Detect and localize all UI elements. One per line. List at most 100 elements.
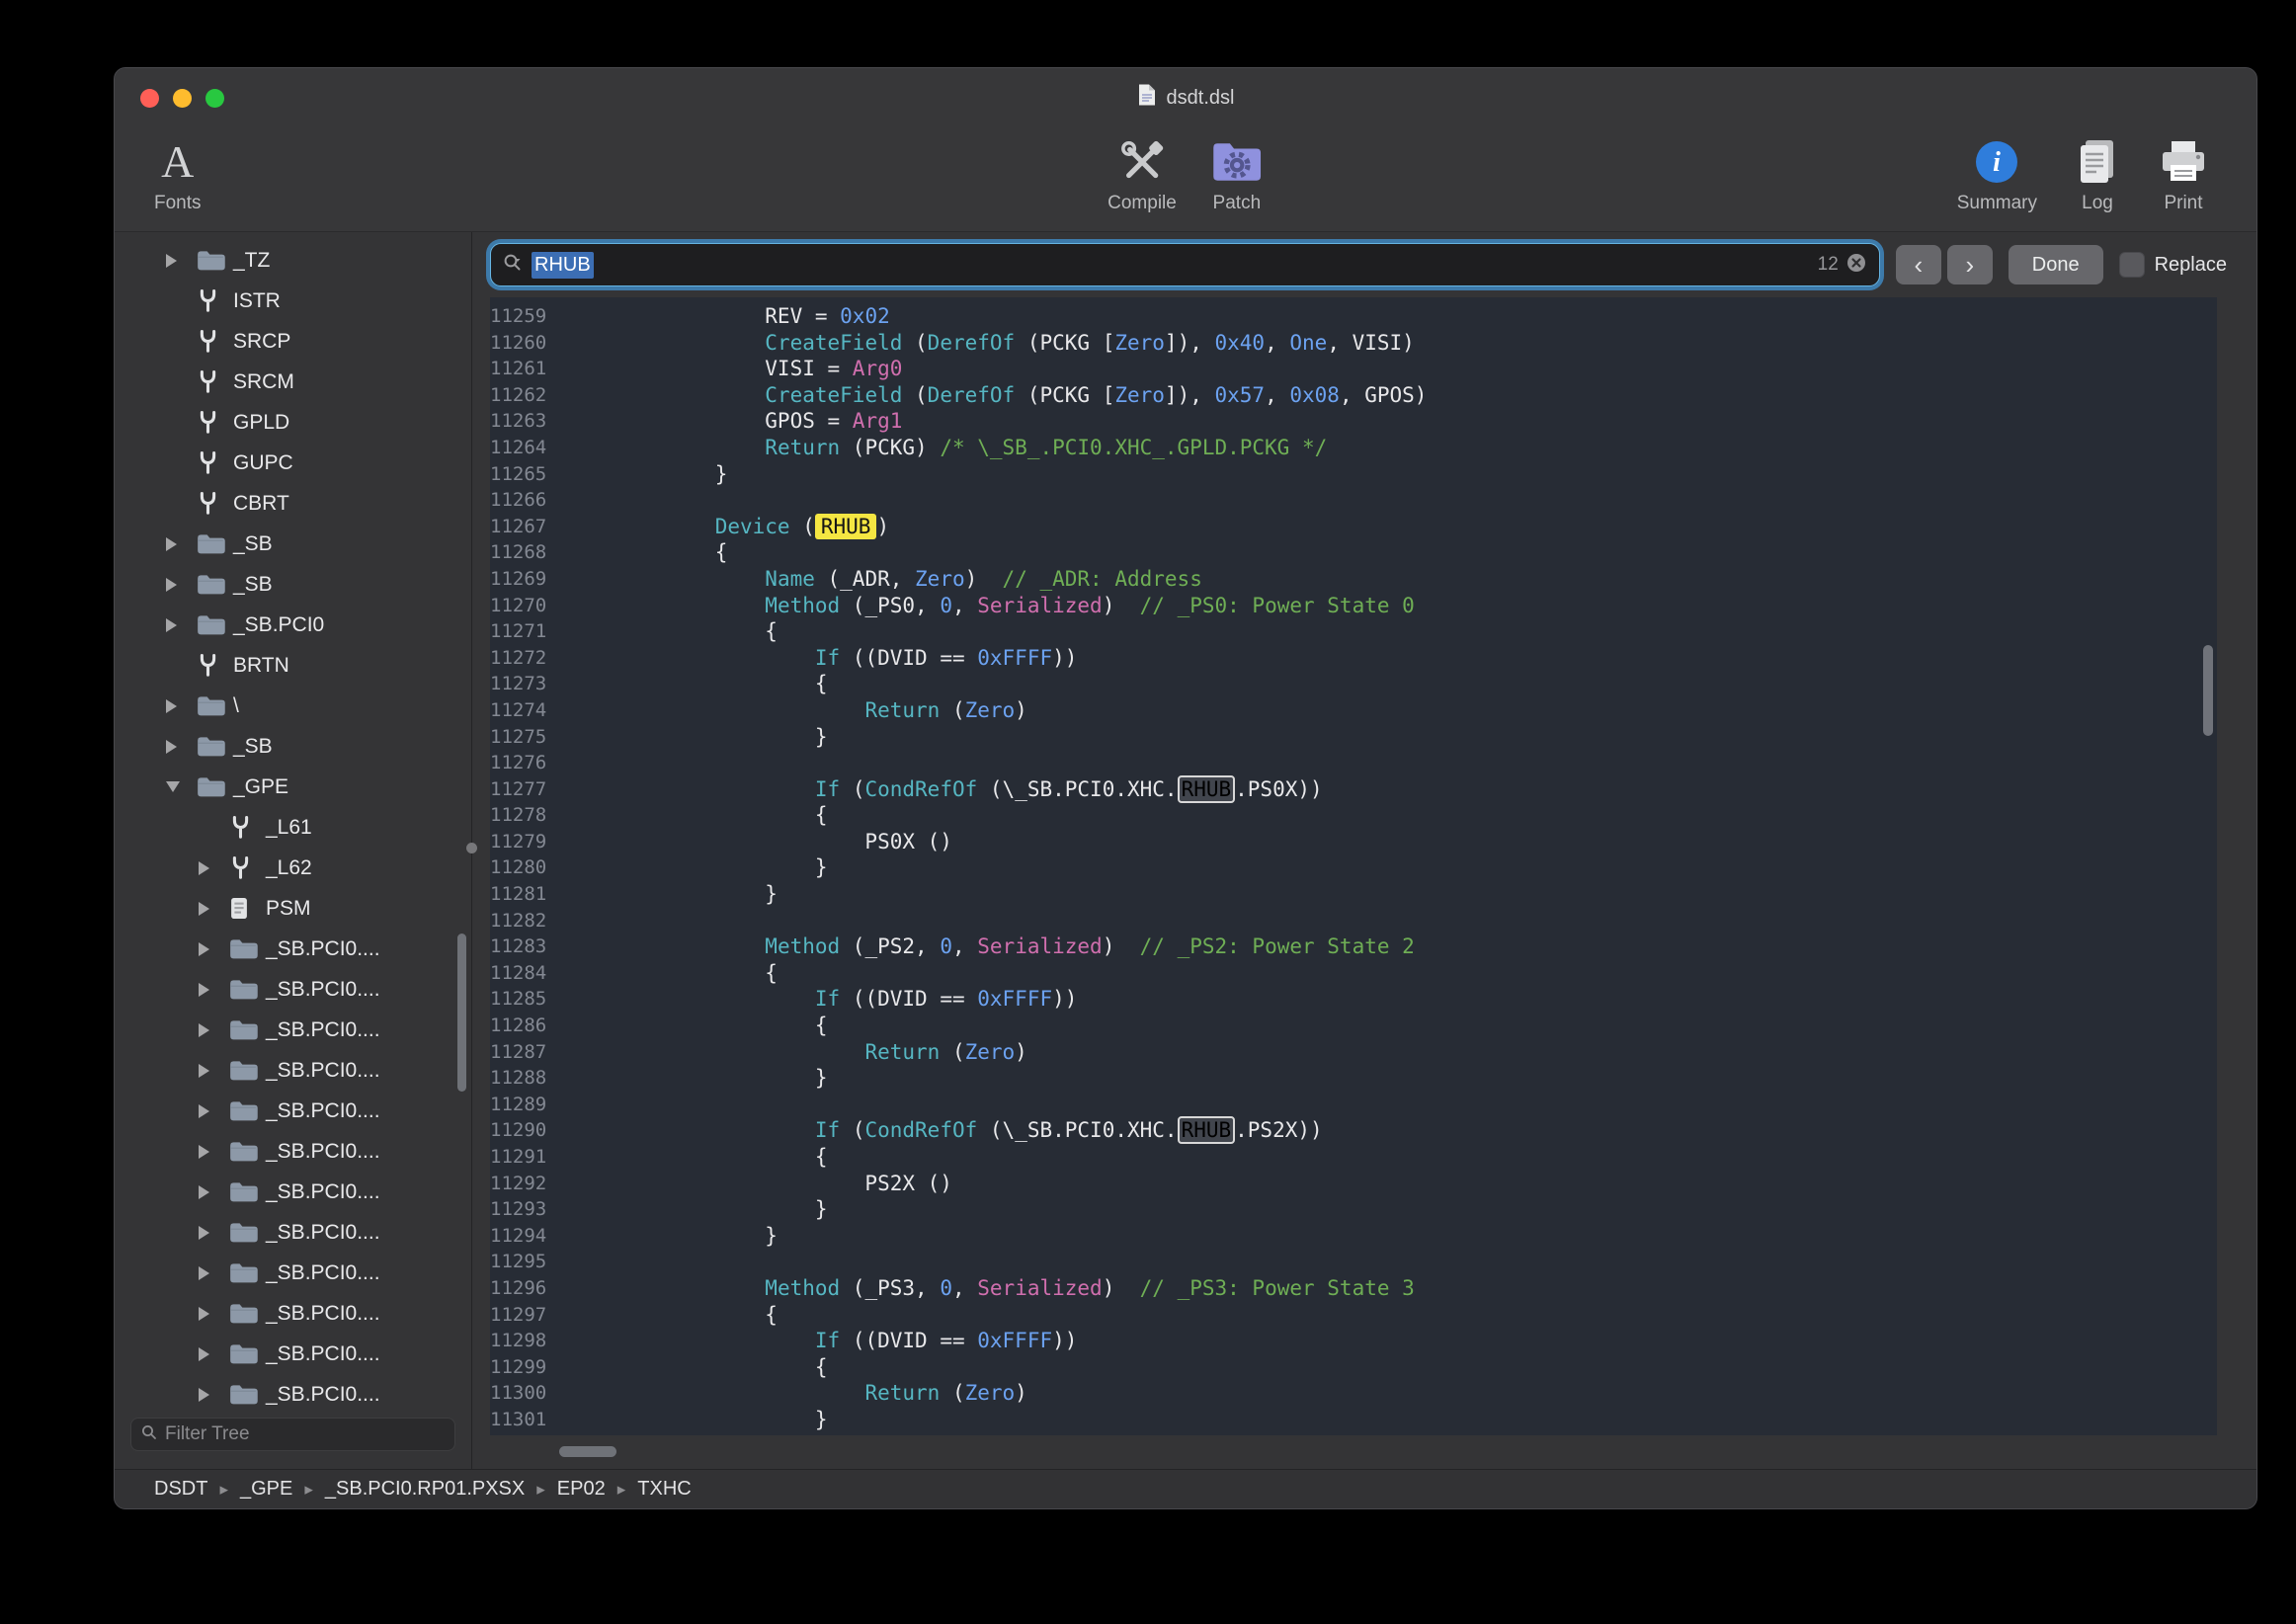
disclosure-closed-icon[interactable] (199, 1388, 228, 1402)
disclosure-closed-icon[interactable] (166, 618, 196, 632)
disclosure-closed-icon[interactable] (199, 1023, 228, 1037)
splitter-handle[interactable] (466, 843, 477, 853)
code-text: Method (_PS0, 0, Serialized) // _PS0: Po… (565, 593, 1415, 619)
patch-folder-gear-icon (1210, 133, 1264, 191)
tree-item[interactable]: _SB.PCI0.... (115, 1334, 471, 1374)
tree-item[interactable]: _SB.PCI0.... (115, 1172, 471, 1212)
tree-item[interactable]: _SB (115, 726, 471, 767)
tree-item[interactable]: _SB.PCI0.... (115, 1374, 471, 1408)
tree-item[interactable]: _L62 (115, 848, 471, 888)
tree-item[interactable]: SRCM (115, 362, 471, 402)
summary-button[interactable]: i Summary (1957, 133, 2037, 214)
code-editor[interactable]: 11259 REV = 0x0211260 CreateField (Deref… (490, 297, 2217, 1435)
code-line: 11265 } (490, 461, 2217, 488)
code-text: } (565, 1223, 778, 1250)
line-number: 11269 (490, 566, 565, 593)
folder-icon (228, 978, 266, 1001)
tree-item[interactable]: _SB.PCI0 (115, 605, 471, 645)
breadcrumb-item[interactable]: TXHC (637, 1478, 691, 1501)
search-input[interactable]: RHUB (532, 252, 594, 279)
disclosure-closed-icon[interactable] (199, 1307, 228, 1321)
tree-item[interactable]: \ (115, 686, 471, 726)
disclosure-closed-icon[interactable] (199, 942, 228, 956)
sidebar-tree: _TZISTRSRCPSRCMGPLDGUPCCBRT_SB_SB_SB.PCI… (115, 232, 471, 1408)
line-number: 11273 (490, 671, 565, 697)
disclosure-closed-icon[interactable] (199, 1064, 228, 1078)
breadcrumb-item[interactable]: _SB.PCI0.RP01.PXSX (325, 1478, 525, 1501)
tree-item[interactable]: _TZ (115, 240, 471, 281)
tree-item[interactable]: _SB.PCI0.... (115, 1293, 471, 1334)
line-number: 11291 (490, 1144, 565, 1171)
disclosure-closed-icon[interactable] (199, 1104, 228, 1118)
done-button[interactable]: Done (2009, 245, 2103, 284)
titlebar: dsdt.dsl (115, 68, 2256, 127)
tree-item-label: BRTN (233, 654, 289, 678)
disclosure-closed-icon[interactable] (199, 861, 228, 875)
breadcrumb-separator-icon: ▸ (617, 1480, 626, 1500)
log-button[interactable]: Log (2075, 133, 2120, 214)
disclosure-open-icon[interactable] (166, 781, 196, 792)
disclosure-closed-icon[interactable] (199, 1347, 228, 1361)
disclosure-closed-icon[interactable] (199, 1266, 228, 1280)
patch-button[interactable]: Patch (1210, 133, 1264, 214)
tree-item[interactable]: _SB.PCI0.... (115, 1253, 471, 1293)
tree-item[interactable]: PSM (115, 888, 471, 929)
find-search-field[interactable]: RHUB 12 (490, 243, 1880, 286)
tree-item-label: _SB.PCI0 (233, 613, 324, 637)
tree-item[interactable]: _SB (115, 524, 471, 564)
tree-item[interactable]: _SB.PCI0.... (115, 969, 471, 1010)
tree-item[interactable]: _SB.PCI0.... (115, 1091, 471, 1131)
compile-tools-icon (1117, 133, 1167, 191)
breadcrumb-item[interactable]: _GPE (240, 1478, 292, 1501)
tree-item[interactable]: GUPC (115, 443, 471, 483)
tree-item[interactable]: _SB.PCI0.... (115, 1050, 471, 1091)
tree-item[interactable]: BRTN (115, 645, 471, 686)
disclosure-closed-icon[interactable] (199, 1226, 228, 1240)
editor-vertical-scrollbar[interactable] (2203, 645, 2213, 736)
line-number: 11298 (490, 1328, 565, 1354)
zoom-button[interactable] (205, 89, 224, 108)
tree-item[interactable]: GPLD (115, 402, 471, 443)
disclosure-closed-icon[interactable] (166, 740, 196, 754)
tree-item[interactable]: _GPE (115, 767, 471, 807)
sidebar-scrollbar[interactable] (457, 934, 466, 1092)
disclosure-closed-icon[interactable] (199, 983, 228, 997)
replace-checkbox[interactable] (2119, 252, 2145, 278)
tree-item[interactable]: ISTR (115, 281, 471, 321)
disclosure-closed-icon[interactable] (166, 578, 196, 592)
code-line: 11271 { (490, 618, 2217, 645)
editor-horizontal-scrollbar[interactable] (559, 1446, 616, 1457)
tree-item[interactable]: _SB.PCI0.... (115, 1212, 471, 1253)
previous-match-button[interactable]: ‹ (1896, 245, 1941, 284)
filter-tree-field[interactable] (130, 1418, 455, 1451)
tree-item[interactable]: CBRT (115, 483, 471, 524)
clear-search-icon[interactable] (1845, 252, 1867, 279)
next-match-button[interactable]: › (1947, 245, 1993, 284)
tree-item[interactable]: _SB (115, 564, 471, 605)
disclosure-closed-icon[interactable] (199, 1145, 228, 1159)
minimize-button[interactable] (173, 89, 192, 108)
print-button[interactable]: Print (2158, 133, 2209, 214)
fonts-button[interactable]: A Fonts (154, 133, 202, 214)
code-text: PS2X () (565, 1171, 952, 1197)
tree-item[interactable]: _SB.PCI0.... (115, 1131, 471, 1172)
disclosure-closed-icon[interactable] (166, 254, 196, 268)
disclosure-closed-icon[interactable] (199, 902, 228, 916)
code-line: 11268 { (490, 539, 2217, 566)
disclosure-closed-icon[interactable] (199, 1185, 228, 1199)
search-match: RHUB (1178, 1116, 1236, 1144)
filter-tree-input[interactable] (165, 1423, 445, 1445)
tree-item[interactable]: _L61 (115, 807, 471, 848)
close-button[interactable] (140, 89, 159, 108)
tree-item[interactable]: _SB.PCI0.... (115, 929, 471, 969)
disclosure-closed-icon[interactable] (166, 699, 196, 713)
code-line: 11279 PS0X () (490, 829, 2217, 855)
breadcrumb-item[interactable]: EP02 (557, 1478, 606, 1501)
disclosure-closed-icon[interactable] (166, 537, 196, 551)
breadcrumb-item[interactable]: DSDT (154, 1478, 207, 1501)
tree-item[interactable]: _SB.PCI0.... (115, 1010, 471, 1050)
tree-item[interactable]: SRCP (115, 321, 471, 362)
compile-button[interactable]: Compile (1107, 133, 1177, 214)
tree-item-label: _SB.PCI0.... (266, 1261, 380, 1285)
folder-icon (228, 1221, 266, 1244)
